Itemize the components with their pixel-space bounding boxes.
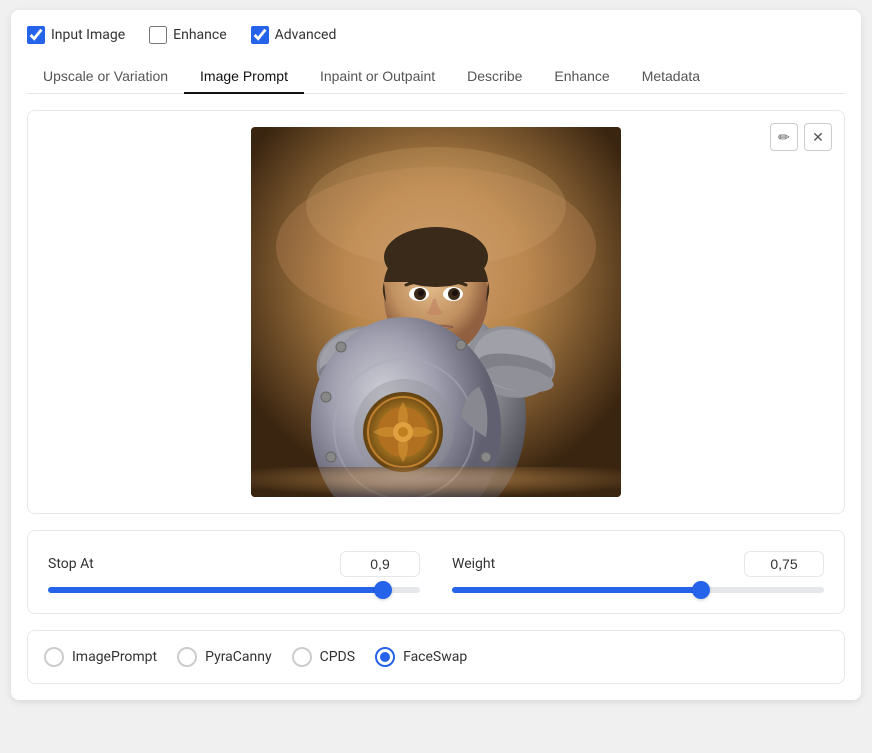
- radio-pyracanny-outer: [177, 647, 197, 667]
- advanced-label: Advanced: [275, 27, 337, 43]
- sliders-card: Stop At Weight: [27, 530, 845, 614]
- stop-at-group: Stop At: [48, 551, 420, 593]
- weight-fill: [452, 587, 701, 593]
- knight-image: [251, 127, 621, 497]
- tab-metadata[interactable]: Metadata: [626, 60, 716, 94]
- weight-value[interactable]: [744, 551, 824, 577]
- enhance-checkbox[interactable]: [149, 26, 167, 44]
- edit-icon: ✏: [778, 129, 790, 146]
- top-checkboxes-row: Input Image Enhance Advanced: [27, 26, 845, 44]
- tab-describe[interactable]: Describe: [451, 60, 538, 94]
- weight-label: Weight: [452, 556, 495, 572]
- tab-upscale[interactable]: Upscale or Variation: [27, 60, 184, 94]
- weight-group: Weight: [452, 551, 824, 593]
- stop-at-value[interactable]: [340, 551, 420, 577]
- stop-at-thumb[interactable]: [374, 581, 392, 599]
- image-actions: ✏ ✕: [770, 123, 832, 151]
- tabs-row: Upscale or Variation Image Prompt Inpain…: [27, 60, 845, 94]
- radio-row: ImagePrompt PyraCanny CPDS FaceSwap: [44, 647, 828, 667]
- weight-track[interactable]: [452, 587, 824, 593]
- edit-image-button[interactable]: ✏: [770, 123, 798, 151]
- input-image-checkbox[interactable]: [27, 26, 45, 44]
- input-image-checkbox-group[interactable]: Input Image: [27, 26, 125, 44]
- radio-faceswap[interactable]: FaceSwap: [375, 647, 467, 667]
- radio-card: ImagePrompt PyraCanny CPDS FaceSwap: [27, 630, 845, 684]
- tab-image-prompt[interactable]: Image Prompt: [184, 60, 304, 94]
- close-image-button[interactable]: ✕: [804, 123, 832, 151]
- radio-imageprompt-label: ImagePrompt: [72, 649, 157, 665]
- advanced-checkbox[interactable]: [251, 26, 269, 44]
- tab-inpaint[interactable]: Inpaint or Outpaint: [304, 60, 451, 94]
- radio-faceswap-inner: [380, 652, 390, 662]
- radio-imageprompt-outer: [44, 647, 64, 667]
- radio-imageprompt[interactable]: ImagePrompt: [44, 647, 157, 667]
- enhance-label: Enhance: [173, 27, 227, 43]
- weight-thumb[interactable]: [692, 581, 710, 599]
- tab-enhance[interactable]: Enhance: [538, 60, 625, 94]
- radio-faceswap-label: FaceSwap: [403, 649, 467, 665]
- stop-at-fill: [48, 587, 383, 593]
- radio-faceswap-outer: [375, 647, 395, 667]
- enhance-checkbox-group[interactable]: Enhance: [149, 26, 227, 44]
- stop-at-label: Stop At: [48, 556, 94, 572]
- radio-cpds-outer: [292, 647, 312, 667]
- weight-header: Weight: [452, 551, 824, 577]
- radio-cpds[interactable]: CPDS: [292, 647, 355, 667]
- stop-at-track[interactable]: [48, 587, 420, 593]
- radio-pyracanny-label: PyraCanny: [205, 649, 271, 665]
- advanced-checkbox-group[interactable]: Advanced: [251, 26, 337, 44]
- knight-svg: [251, 127, 621, 497]
- main-container: Input Image Enhance Advanced Upscale or …: [11, 10, 861, 700]
- radio-pyracanny[interactable]: PyraCanny: [177, 647, 271, 667]
- close-icon: ✕: [812, 129, 824, 146]
- stop-at-header: Stop At: [48, 551, 420, 577]
- input-image-label: Input Image: [51, 27, 125, 43]
- image-card: ✏ ✕: [27, 110, 845, 514]
- radio-cpds-label: CPDS: [320, 649, 355, 665]
- sliders-row: Stop At Weight: [48, 551, 824, 593]
